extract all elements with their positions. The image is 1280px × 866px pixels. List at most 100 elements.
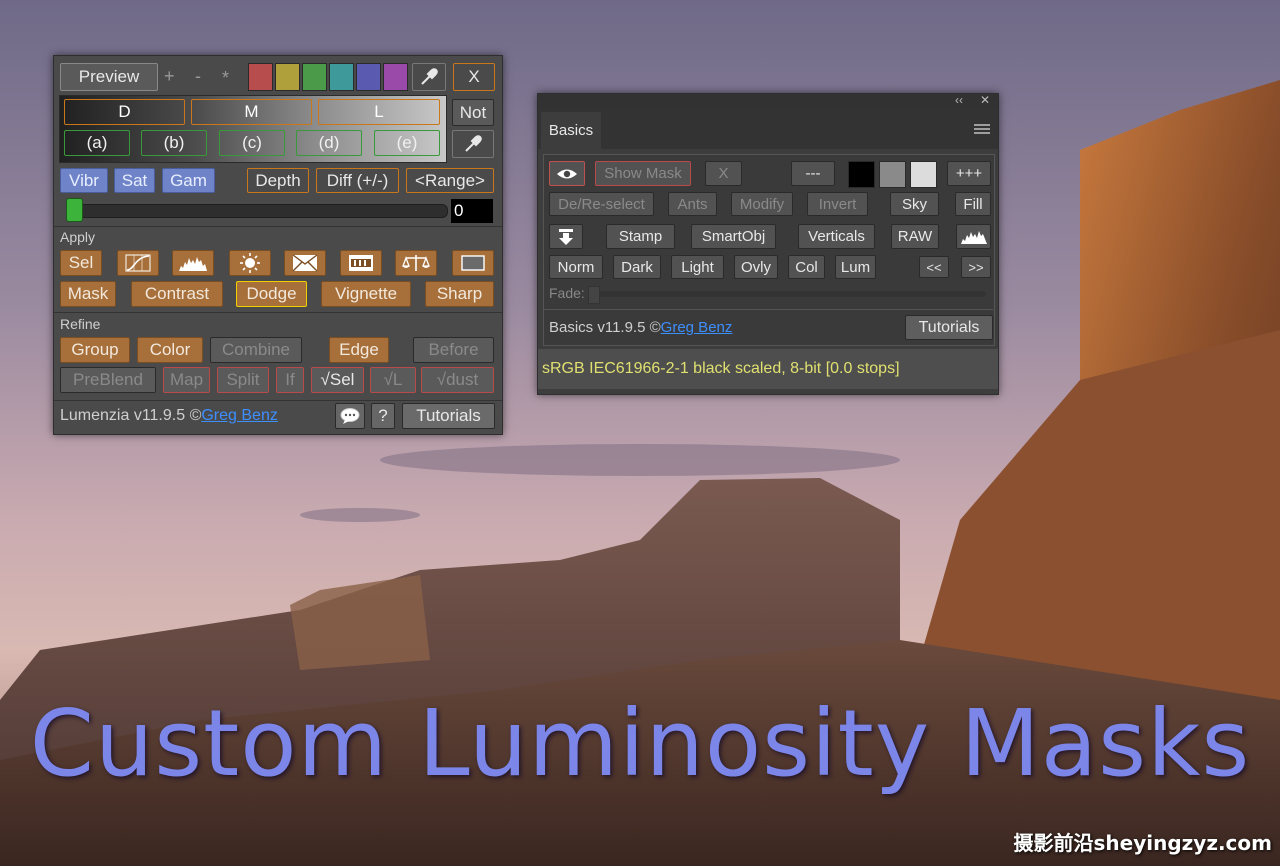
split-button[interactable]: Split <box>217 367 269 393</box>
apply-dodge-button[interactable]: Dodge <box>236 281 307 307</box>
apply-contrast-button[interactable]: Contrast <box>131 281 223 307</box>
norm-button[interactable]: Norm <box>549 255 603 279</box>
show-mask-button[interactable]: Show Mask <box>595 161 691 186</box>
histogram-icon[interactable] <box>956 224 991 249</box>
lumenzia-author-link[interactable]: Greg Benz <box>201 407 277 424</box>
fill-button[interactable]: Fill <box>955 192 991 216</box>
saturation-button[interactable]: Sat <box>114 168 155 193</box>
color-swatch-yellow[interactable] <box>275 63 300 91</box>
color-swatch-blue[interactable] <box>356 63 381 91</box>
panel-menu-icon[interactable] <box>974 124 990 134</box>
apply-mask-button[interactable]: Mask <box>60 281 116 307</box>
before-button[interactable]: Before <box>413 337 494 363</box>
map-button[interactable]: Map <box>163 367 210 393</box>
white-swatch[interactable] <box>910 161 937 188</box>
increase-button[interactable]: +++ <box>947 161 991 186</box>
slider-value-field[interactable]: 0 <box>451 199 493 223</box>
star-button[interactable]: * <box>222 68 229 89</box>
dark-mask-button[interactable]: D <box>64 99 185 125</box>
divider <box>54 312 502 313</box>
decrease-button[interactable]: --- <box>791 161 835 186</box>
help-button[interactable]: ? <box>371 403 395 429</box>
color-swatch-green[interactable] <box>302 63 327 91</box>
if-button[interactable]: If <box>276 367 304 393</box>
next-button[interactable]: >> <box>961 256 991 278</box>
zone-c-button[interactable]: (c) <box>219 130 285 156</box>
color-swatch-red[interactable] <box>248 63 273 91</box>
color-blend-button[interactable]: Col <box>788 255 825 279</box>
not-button[interactable]: Not <box>452 99 494 126</box>
stamp-button[interactable]: Stamp <box>606 224 675 249</box>
diff-button[interactable]: Diff (+/-) <box>316 168 399 193</box>
zone-b-button[interactable]: (b) <box>141 130 207 156</box>
depth-button[interactable]: Depth <box>247 168 309 193</box>
dark-button[interactable]: Dark <box>613 255 661 279</box>
zone-d-button[interactable]: (d) <box>296 130 362 156</box>
raw-button[interactable]: RAW <box>891 224 939 249</box>
gray-swatch[interactable] <box>879 161 906 188</box>
preblend-button[interactable]: PreBlend <box>60 367 156 393</box>
apply-sharp-button[interactable]: Sharp <box>425 281 494 307</box>
deselect-button[interactable]: De/Re-select <box>549 192 654 216</box>
combine-button[interactable]: Combine <box>210 337 302 363</box>
curves-icon[interactable] <box>117 250 159 276</box>
close-button[interactable]: X <box>453 63 495 91</box>
group-button[interactable]: Group <box>60 337 130 363</box>
black-swatch[interactable] <box>848 161 875 188</box>
check-l-button[interactable]: √L <box>370 367 416 393</box>
ants-button[interactable]: Ants <box>668 192 717 216</box>
color-swatch-cyan[interactable] <box>329 63 354 91</box>
tab-basics[interactable]: Basics <box>541 112 601 149</box>
speech-bubble-icon[interactable] <box>335 403 365 429</box>
color-button[interactable]: Color <box>137 337 203 363</box>
basics-tutorials-button[interactable]: Tutorials <box>905 315 993 340</box>
edge-button[interactable]: Edge <box>329 337 389 363</box>
apply-vignette-button[interactable]: Vignette <box>321 281 411 307</box>
basics-footer: Basics v11.9.5 ©Greg Benz <box>549 319 732 336</box>
mask-slider-track[interactable] <box>66 204 448 218</box>
balance-icon[interactable] <box>395 250 437 276</box>
zone-a-button[interactable]: (a) <box>64 130 130 156</box>
mid-mask-button[interactable]: M <box>191 99 312 125</box>
modify-button[interactable]: Modify <box>731 192 793 216</box>
light-button[interactable]: Light <box>671 255 724 279</box>
color-swatch-magenta[interactable] <box>383 63 408 91</box>
collapse-icon[interactable]: ‹‹ <box>955 93 963 107</box>
rectangle-icon[interactable] <box>452 250 494 276</box>
luminosity-blend-button[interactable]: Lum <box>835 255 876 279</box>
previous-button[interactable]: << <box>919 256 949 278</box>
eye-icon[interactable] <box>549 161 585 186</box>
check-dust-button[interactable]: √dust <box>421 367 494 393</box>
range-button[interactable]: <Range> <box>406 168 494 193</box>
fade-slider-track[interactable] <box>588 291 986 297</box>
basics-author-link[interactable]: Greg Benz <box>661 319 733 336</box>
overlay-button[interactable]: Ovly <box>734 255 778 279</box>
gamut-button[interactable]: Gam <box>162 168 215 193</box>
preview-button[interactable]: Preview <box>60 63 158 91</box>
zone-eyedropper-icon[interactable] <box>452 130 494 158</box>
histogram-icon[interactable] <box>172 250 214 276</box>
smartobj-button[interactable]: SmartObj <box>691 224 776 249</box>
brightness-icon[interactable] <box>229 250 271 276</box>
check-sel-button[interactable]: √Sel <box>311 367 364 393</box>
apply-sel-button[interactable]: Sel <box>60 250 102 276</box>
vibrance-button[interactable]: Vibr <box>60 168 108 193</box>
eyedropper-icon[interactable] <box>412 63 446 91</box>
stamp-down-icon[interactable] <box>549 224 583 249</box>
verticals-button[interactable]: Verticals <box>798 224 875 249</box>
light-mask-button[interactable]: L <box>318 99 440 125</box>
watermark-text: 摄影前沿sheyingzyz.com <box>1013 831 1272 855</box>
fade-slider-handle[interactable] <box>588 286 600 304</box>
film-icon[interactable] <box>340 250 382 276</box>
divider <box>54 400 502 401</box>
invert-button[interactable]: Invert <box>807 192 868 216</box>
lumenzia-tutorials-button[interactable]: Tutorials <box>402 403 495 429</box>
zone-e-button[interactable]: (e) <box>374 130 440 156</box>
close-icon[interactable]: ✕ <box>980 93 990 107</box>
mask-slider-handle[interactable] <box>66 198 84 222</box>
plus-button[interactable]: + <box>164 66 175 87</box>
envelope-icon[interactable] <box>284 250 326 276</box>
clear-button[interactable]: X <box>705 161 742 186</box>
sky-button[interactable]: Sky <box>890 192 939 216</box>
minus-button[interactable]: - <box>195 66 201 87</box>
